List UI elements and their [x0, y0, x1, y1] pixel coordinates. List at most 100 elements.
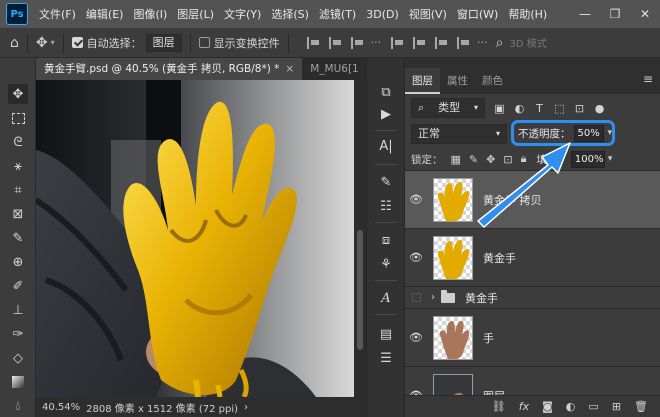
menu-layer[interactable]: 图层(L) — [172, 6, 219, 22]
fx-icon[interactable]: fx — [519, 400, 529, 413]
shape-filter-icon[interactable]: ⬚ — [554, 102, 565, 115]
close-button[interactable]: ✕ — [630, 7, 660, 21]
layer-name[interactable]: 黄金手 — [465, 290, 498, 306]
character-panel-icon[interactable]: A| — [376, 136, 396, 156]
new-layer-icon[interactable]: ⊞ — [612, 400, 621, 413]
adjustments-icon[interactable]: ☷ — [376, 196, 396, 216]
magic-wand-tool-icon[interactable]: ⚹ — [8, 156, 28, 176]
opacity-input[interactable]: 50% — [573, 124, 605, 142]
align-right-icon[interactable] — [350, 36, 363, 49]
close-tab-icon[interactable]: × — [285, 63, 294, 75]
marquee-tool-icon[interactable] — [8, 108, 28, 128]
trash-icon[interactable]: 🗑︎ — [634, 400, 648, 413]
lock-transparent-icon[interactable]: ▦ — [451, 153, 461, 166]
tab-properties[interactable]: 属性 — [440, 68, 475, 94]
lasso-tool-icon[interactable]: ᘓ — [8, 132, 28, 152]
menu-file[interactable]: 文件(F) — [34, 6, 81, 22]
canvas[interactable] — [36, 80, 354, 397]
panel-menu-icon[interactable]: ≡ — [643, 72, 653, 86]
eye-icon[interactable]: 👁︎ — [405, 193, 427, 206]
status-arrow-icon[interactable]: › — [244, 402, 248, 413]
chevron-down-icon[interactable]: ▾ — [51, 38, 55, 47]
mask-icon[interactable]: ◙ — [542, 400, 553, 413]
glyphs-panel-icon[interactable]: A — [376, 288, 396, 308]
chevron-down-icon[interactable]: ▾ — [607, 128, 612, 138]
tab-layers[interactable]: 图层 — [405, 68, 440, 94]
notes-icon[interactable]: ☰ — [376, 348, 396, 368]
menu-select[interactable]: 选择(S) — [266, 6, 314, 22]
layer-row[interactable]: 👁︎ 黄金手 拷贝 — [405, 171, 660, 229]
align-left-icon[interactable] — [306, 36, 319, 49]
vertical-scrollbar[interactable] — [354, 80, 366, 397]
menu-window[interactable]: 窗口(W) — [452, 6, 503, 22]
menu-image[interactable]: 图像(I) — [128, 6, 172, 22]
type-filter-icon[interactable]: T — [534, 102, 545, 115]
menu-filter[interactable]: 滤镜(T) — [314, 6, 361, 22]
eye-icon[interactable]: 👁︎ — [405, 251, 427, 264]
layer-row[interactable]: 👁︎ 图层 — [405, 367, 660, 395]
link-icon[interactable]: ⛓︎ — [492, 400, 506, 413]
more-icon[interactable]: ··· — [477, 36, 488, 49]
minimize-button[interactable]: — — [570, 7, 600, 21]
tab-document-active[interactable]: 黄金手臂.psd @ 40.5% (黄金手 拷贝, RGB/8*) * × — [36, 58, 303, 80]
smart-object-filter-icon[interactable]: ⊡ — [574, 102, 585, 115]
artboard-icon[interactable]: ▤ — [376, 324, 396, 344]
layer-group-row[interactable]: › 黄金手 — [405, 287, 660, 309]
layer-row[interactable]: 👁︎ 黄金手 — [405, 229, 660, 287]
scrollbar-thumb[interactable] — [357, 230, 363, 350]
eraser-tool-icon[interactable]: ◇ — [8, 348, 28, 368]
brush-tool-icon[interactable]: ✐ — [8, 276, 28, 296]
search-icon[interactable]: ⌕ — [496, 35, 504, 51]
gradient-tool-icon[interactable] — [8, 372, 28, 392]
lock-all-icon[interactable]: 🔒︎ — [521, 152, 527, 166]
lock-position-icon[interactable]: ✥ — [486, 153, 495, 166]
lock-artboard-icon[interactable]: ⊡ — [503, 153, 512, 166]
tab-document-inactive[interactable]: M_MU6[1 — [302, 58, 367, 80]
chevron-down-icon[interactable]: ▾ — [608, 154, 613, 164]
filter-toggle-icon[interactable]: ● — [594, 102, 605, 115]
layer-name[interactable]: 图层 — [483, 388, 505, 396]
auto-select-target-dropdown[interactable]: 图层 — [145, 33, 182, 52]
history-panel-icon[interactable]: ⧉ — [376, 82, 396, 102]
menu-edit[interactable]: 编辑(E) — [81, 6, 129, 22]
blend-mode-dropdown[interactable]: 正常 ▾ — [411, 124, 507, 144]
auto-select-checkbox[interactable] — [71, 37, 83, 48]
adjustment-icon[interactable]: ◐ — [566, 400, 576, 413]
brush-settings-icon[interactable]: ✎ — [376, 172, 396, 192]
folder-icon[interactable]: ▭ — [588, 400, 598, 413]
clone-stamp-tool-icon[interactable]: ⊥ — [8, 300, 28, 320]
lock-image-icon[interactable]: ✎ — [469, 153, 478, 166]
maximize-button[interactable]: ❐ — [600, 7, 630, 21]
more-icon[interactable]: ··· — [371, 36, 382, 49]
layer-name[interactable]: 黄金手 拷贝 — [483, 192, 542, 208]
clone-source-icon[interactable]: ⧈ — [376, 230, 396, 250]
layer-name[interactable]: 黄金手 — [483, 250, 516, 266]
align-center-icon[interactable] — [328, 36, 341, 49]
menu-3d[interactable]: 3D(D) — [361, 8, 404, 21]
distribute-bottom-icon[interactable] — [435, 36, 448, 49]
healing-brush-tool-icon[interactable]: ⊕ — [8, 252, 28, 272]
blur-tool-icon[interactable]: 💧︎ — [8, 396, 28, 416]
move-tool-icon[interactable]: ✥ — [8, 84, 28, 104]
history-brush-tool-icon[interactable]: ✑ — [8, 324, 28, 344]
frame-tool-icon[interactable]: ⊠ — [8, 204, 28, 224]
visibility-toggle[interactable] — [405, 293, 427, 302]
tab-color[interactable]: 颜色 — [475, 68, 510, 94]
crop-tool-icon[interactable]: ⌗ — [8, 180, 28, 200]
menu-type[interactable]: 文字(Y) — [219, 6, 266, 22]
layer-name[interactable]: 手 — [483, 330, 494, 346]
play-actions-icon[interactable]: ▶ — [376, 104, 396, 124]
home-icon[interactable]: ⌂ — [10, 35, 19, 51]
zoom-level[interactable]: 40.54% — [42, 402, 80, 413]
filter-kind-dropdown[interactable]: ⌕ 类型 ▾ — [411, 98, 485, 118]
layer-row[interactable]: 👁︎ 手 — [405, 309, 660, 367]
move-tool-icon[interactable]: ✥ — [36, 35, 48, 51]
distribute-middle-icon[interactable] — [413, 36, 426, 49]
distribute-top-icon[interactable] — [391, 36, 404, 49]
menu-view[interactable]: 视图(V) — [404, 6, 452, 22]
chevron-right-icon[interactable]: › — [431, 292, 435, 303]
libraries-icon[interactable]: ⚘ — [376, 254, 396, 274]
show-transform-checkbox[interactable] — [198, 37, 210, 48]
fill-input[interactable]: 100% — [570, 150, 605, 168]
pixel-filter-icon[interactable]: ▣ — [494, 102, 505, 115]
